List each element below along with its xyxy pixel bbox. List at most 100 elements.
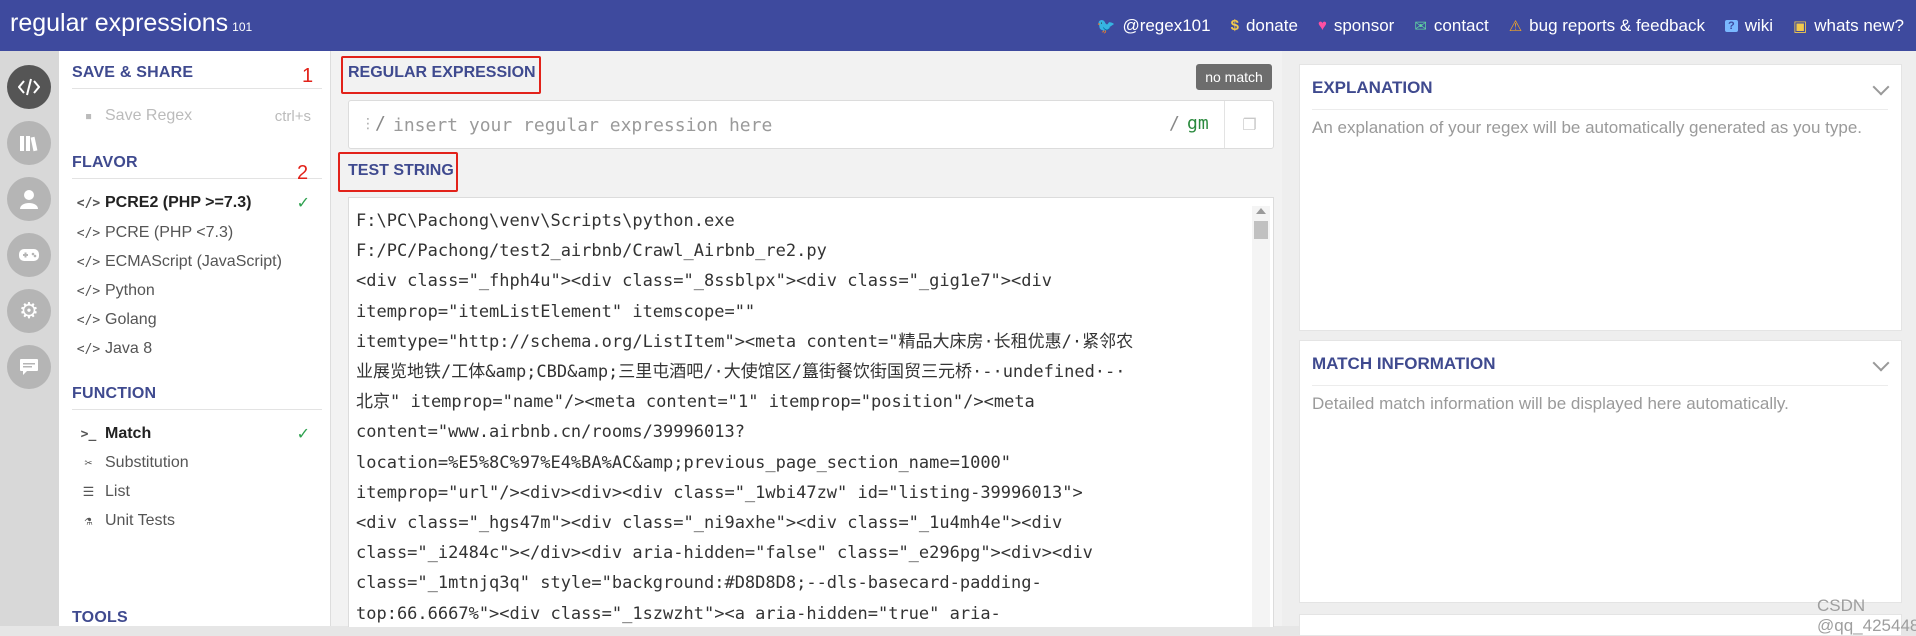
test-string-text[interactable]: F:\PC\Pachong\venv\Scripts\python.exe F:/… [356,206,1236,627]
nav-sponsor-link[interactable]: ♥ sponsor [1318,16,1394,36]
explanation-title: EXPLANATION [1312,78,1433,97]
flavor-title: FLAVOR [72,154,138,171]
test-string-line[interactable]: F:\PC\Pachong\venv\Scripts\python.exe [356,206,1236,236]
flavor-label: Golang [105,311,157,328]
scroll-thumb[interactable] [1254,221,1268,239]
info-column: EXPLANATION An explanation of your regex… [1282,51,1916,635]
regex-open-delimiter: / [375,113,386,134]
function-label: Substitution [105,454,189,471]
match-information-text: Detailed match information will be displ… [1312,394,1789,413]
code-icon: </> [76,254,101,270]
flavor-label: Java 8 [105,340,153,357]
explanation-panel: EXPLANATION An explanation of your regex… [1299,64,1902,331]
code-icon: </> [76,312,101,328]
test-string-line[interactable]: 北京" itemprop="name"/><meta content="1" i… [356,387,1236,417]
nav-whats-new-link[interactable]: ▣ whats new? [1793,16,1904,36]
watermark: CSDN @qq_42544849 [1817,596,1916,635]
function-substitution[interactable]: ✂ Substitution [72,448,324,478]
warning-icon: ⚠ [1508,17,1523,35]
regex-editor-icon[interactable] [7,65,51,109]
test-string-line[interactable]: class="_i2484c"></div><div aria-hidden="… [356,538,1236,568]
flavor-label: Python [105,282,155,299]
app-title: regular expressions [10,9,229,37]
function-unit-tests[interactable]: ⚗ Unit Tests [72,506,324,536]
test-string-line[interactable]: class="_1mtnjq3q" style="background:#D8D… [356,568,1236,598]
test-string-line[interactable]: top:66.6667%"><div class="_1szwzht"><a a… [356,599,1236,627]
flavor-java8[interactable]: </> Java 8 [72,334,324,364]
chevron-down-icon[interactable] [1872,78,1890,96]
scroll-up-icon[interactable] [1256,208,1266,214]
list-icon: ☰ [82,484,95,500]
save-icon: ▪ [84,108,93,124]
top-nav: 🐦 @regex101 $ donate ♥ sponsor ✉ contact… [1097,0,1904,51]
nav-bug-reports-link[interactable]: ⚠ bug reports & feedback [1509,16,1705,36]
divider [72,409,322,410]
function-match[interactable]: >_ Match ✓ [72,419,324,449]
drag-handle-icon[interactable]: ⋮ [361,115,375,132]
chat-icon[interactable] [7,345,51,389]
test-string-line[interactable]: itemprop="itemListElement" itemscope="" [356,297,1236,327]
function-list[interactable]: ☰ List [72,477,324,507]
flavor-pcre[interactable]: </> PCRE (PHP <7.3) [72,218,324,248]
test-string-line[interactable]: itemtype="http://schema.org/ListItem"><m… [356,327,1236,357]
app-logo[interactable]: regular expressions 101 [10,9,252,38]
check-icon: ✓ [296,426,310,443]
scissors-icon: ✂ [84,455,93,471]
annotation-number-2: 2 [297,162,309,184]
flask-icon: ⚗ [84,513,93,529]
regex-input[interactable] [391,111,1165,139]
mail-icon: ✉ [1414,17,1427,35]
function-title: FUNCTION [72,385,157,402]
chevron-down-icon[interactable] [1872,354,1890,372]
explanation-text: An explanation of your regex will be aut… [1312,118,1862,137]
nav-label: donate [1245,15,1298,35]
test-string-line[interactable]: <div class="_fhph4u"><div class="_8ssblp… [356,266,1236,296]
divider [1312,109,1888,110]
app-version: 101 [232,20,253,34]
test-string-panel-title: TEST STRING [348,162,454,179]
test-string-line[interactable]: itemprop="url"/><div><div><div class="_1… [356,478,1236,508]
nav-label: whats new? [1814,15,1904,35]
nav-twitter-link[interactable]: 🐦 @regex101 [1097,16,1211,36]
tools-title: TOOLS [72,609,128,626]
test-string-editor[interactable]: F:\PC\Pachong\venv\Scripts\python.exe F:/… [348,197,1274,627]
nav-label: wiki [1744,15,1774,35]
nav-wiki-link[interactable]: ? wiki [1724,15,1774,36]
flavor-python[interactable]: </> Python [72,276,324,306]
nav-contact-link[interactable]: ✉ contact [1414,16,1488,36]
regex-panel-title: REGULAR EXPRESSION [348,64,536,81]
flavor-label: ECMAScript (JavaScript) [105,253,282,270]
annotation-number-1: 1 [302,65,314,87]
save-shortcut: ctrl+s [274,107,311,125]
match-information-panel: MATCH INFORMATION Detailed match informa… [1299,340,1902,603]
test-string-line[interactable]: location=%E5%8C%97%E4%BA%AC&amp;previous… [356,448,1236,478]
quick-reference-panel [1299,614,1902,635]
flavor-golang[interactable]: </> Golang [72,305,324,335]
vertical-scrollbar[interactable] [1252,206,1270,627]
library-icon[interactable] [7,121,51,165]
flavor-ecmascript[interactable]: </> ECMAScript (JavaScript) [72,247,324,277]
flavor-pcre2[interactable]: </> PCRE2 (PHP >=7.3) ✓ [72,188,324,218]
divider [1312,385,1888,386]
copy-icon[interactable]: ❐ [1224,101,1274,148]
nav-donate-link[interactable]: $ donate [1231,16,1298,36]
account-icon[interactable] [7,177,51,221]
regex-flags[interactable]: gm [1187,113,1209,134]
top-bar: regular expressions 101 🐦 @regex101 $ don… [0,0,1916,51]
test-string-line[interactable]: F:/PC/Pachong/test2_airbnb/Crawl_Airbnb_… [356,236,1236,266]
code-icon: </> [76,195,101,211]
heart-icon: ♥ [1317,17,1327,34]
code-icon: </> [76,225,101,241]
quiz-icon[interactable] [7,233,51,277]
terminal-icon: >_ [80,426,97,442]
icon-rail: ⚙ [0,51,59,626]
save-regex-label: Save Regex [105,107,193,124]
test-string-line[interactable]: <div class="_hgs47m"><div class="_ni9axh… [356,508,1236,538]
test-string-line[interactable]: content="www.airbnb.cn/rooms/39996013? [356,417,1236,447]
save-regex-button[interactable]: ▪ Save Regex ctrl+s [72,101,324,131]
nav-label: bug reports & feedback [1529,15,1705,35]
test-string-line[interactable]: 业展览地铁/工体&amp;CBD&amp;三里屯酒吧/·大使馆区/簋街餐饮街国贸… [356,357,1236,387]
settings-icon[interactable]: ⚙ [7,289,51,333]
function-label: List [105,483,130,500]
regex-close-delimiter: / [1169,113,1180,134]
